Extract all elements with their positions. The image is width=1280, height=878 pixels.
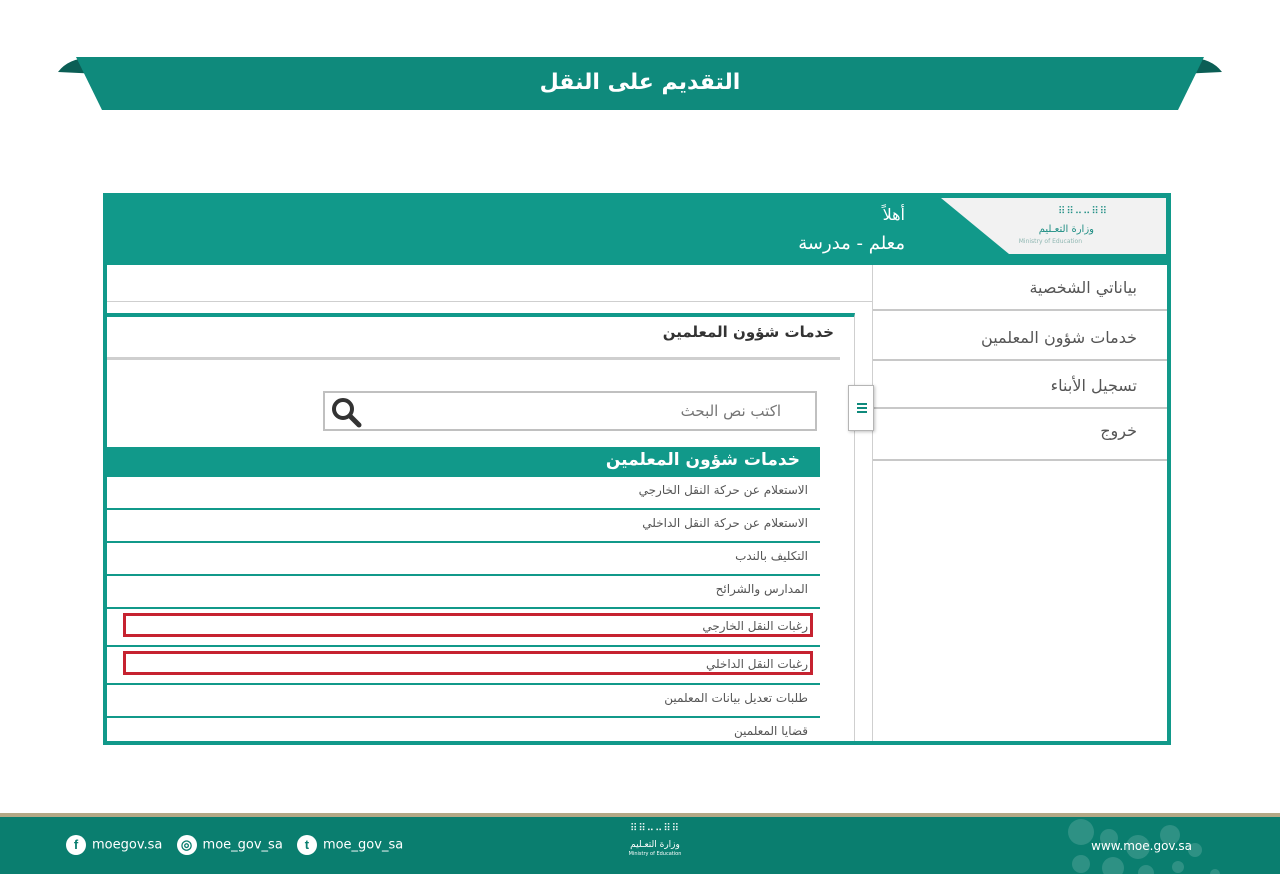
service-label: الاستعلام عن حركة النقل الخارجي [638,483,808,497]
sidebar-toggle-menu-icon[interactable] [848,385,874,431]
services-panel: خدمات شؤون المعلمين خدمات شؤون المعلمين … [107,313,855,741]
sidebar-item-children-registration[interactable]: تسجيل الأبناء [873,363,1167,409]
service-internal-transfer-inquiry[interactable]: الاستعلام عن حركة النقل الداخلي [107,510,820,543]
service-label: التكليف بالندب [735,549,808,563]
service-internal-transfer-wishes[interactable]: رغبات النقل الداخلي [107,647,820,685]
footer: f moegov.sa ◎ moe_gov_sa t moe_gov_sa ⠿⠿⠤⠤⠿… [0,813,1280,878]
page-title: التقديم على النقل [539,70,741,95]
service-external-transfer-wishes[interactable]: رغبات النقل الخارجي [107,609,820,647]
twitter-icon: t [296,835,317,855]
service-label: رغبات النقل الخارجي [702,619,808,633]
search-box [323,391,817,431]
search-input[interactable] [375,393,795,429]
social-twitter[interactable]: t moe_gov_sa [296,835,404,855]
facebook-icon: f [66,835,86,855]
footer-logo-name: وزارة التعـليم [630,840,680,850]
instagram-icon: ◎ [176,835,197,855]
service-label: قضايا المعلمين [734,724,808,738]
sidebar-item-profile[interactable]: بياناتي الشخصية [873,265,1167,311]
service-label: رغبات النقل الداخلي [705,657,808,671]
service-label: طلبات تعديل بيانات المعلمين [664,691,808,705]
sidebar: بياناتي الشخصية خدمات شؤون المعلمين تسجي… [872,265,1167,741]
search-icon[interactable] [327,395,367,429]
service-label: المدارس والشرائح [715,582,808,596]
sidebar-item-teacher-services[interactable]: خدمات شؤون المعلمين [873,315,1167,361]
social-facebook[interactable]: f moegov.sa [66,835,162,855]
footer-ministry-logo: ⠿⠿⠤⠤⠿⠿ وزارة التعـليم Ministry of Educat… [600,823,710,873]
logo-mark-icon: ⠿⠿⠤⠤⠿⠿ [1058,206,1108,217]
content-top-bar [107,265,873,302]
panel-divider [107,357,840,360]
service-teacher-data-edit-requests[interactable]: طلبات تعديل بيانات المعلمين [107,685,820,718]
service-label: الاستعلام عن حركة النقل الداخلي [642,516,808,530]
portal-frame: ⠿⠿⠤⠤⠿⠿ وزارة التعـليم Ministry of Educat… [103,193,1171,745]
title-ribbon: التقديم على النقل [0,0,1280,130]
user-role: معلم - مدرسة [798,233,905,254]
ministry-logo: ⠿⠿⠤⠤⠿⠿ وزارة التعـليم Ministry of Educat… [941,198,1166,254]
services-heading: خدمات شؤون المعلمين [107,447,820,477]
service-external-transfer-inquiry[interactable]: الاستعلام عن حركة النقل الخارجي [107,477,820,510]
service-schools-and-tiers[interactable]: المدارس والشرائح [107,576,820,609]
social-links: f moegov.sa ◎ moe_gov_sa t moe_gov_sa [66,835,413,855]
social-instagram[interactable]: ◎ moe_gov_sa [176,835,283,855]
services-list: الاستعلام عن حركة النقل الخارجي الاستعلا… [107,477,820,745]
footer-logo-name-en: Ministry of Education [628,851,682,857]
facebook-handle: moegov.sa [92,837,163,853]
footer-logo-mark-icon: ⠿⠿⠤⠤⠿⠿ [630,823,680,834]
logo-name: وزارة التعـليم [1038,224,1094,235]
sidebar-item-logout[interactable]: خروج [873,411,1167,461]
website-link[interactable]: www.moe.gov.sa [1091,839,1192,853]
greeting: أهلاً [882,205,905,224]
service-teacher-cases[interactable]: قضايا المعلمين [107,718,820,751]
service-secondment[interactable]: التكليف بالندب [107,543,820,576]
content-area: بياناتي الشخصية خدمات شؤون المعلمين تسجي… [107,265,1167,741]
panel-title: خدمات شؤون المعلمين [662,323,834,341]
twitter-handle: moe_gov_sa [322,837,404,853]
logo-name-en: Ministry of Education [1018,238,1082,245]
services-heading-label: خدمات شؤون المعلمين [605,450,800,470]
portal-header: ⠿⠿⠤⠤⠿⠿ وزارة التعـليم Ministry of Educat… [103,193,1171,263]
instagram-handle: moe_gov_sa [202,837,283,853]
